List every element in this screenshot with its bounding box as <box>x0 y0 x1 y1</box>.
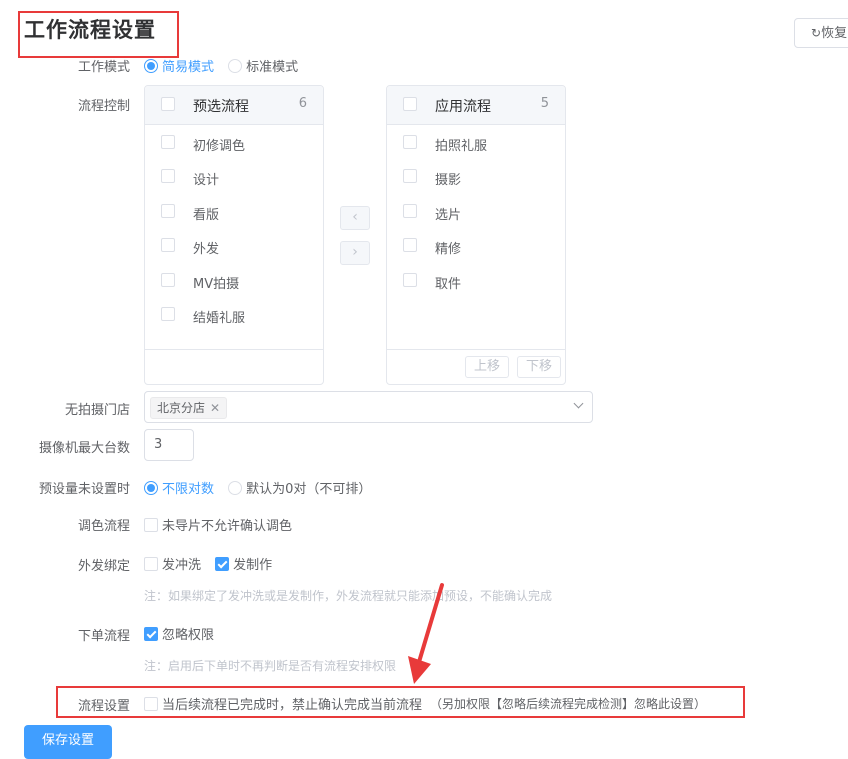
outsource-bind-note: 注：如果绑定了发冲洗或是发制作，外发流程就只能添加预设，不能确认完成 <box>144 589 553 603</box>
item-label: MV拍摄 <box>193 277 240 292</box>
applied-flow-title: 应用流程 <box>435 99 491 115</box>
outsource-wash-checkbox[interactable] <box>144 556 158 571</box>
preselect-flow-header: 预选流程 6 <box>145 86 323 125</box>
order-flow-option[interactable]: 忽略权限 <box>144 624 214 643</box>
work-mode-simple-label: 简易模式 <box>162 60 215 75</box>
item-checkbox[interactable] <box>161 203 175 218</box>
flow-control-label: 流程控制 <box>77 99 130 114</box>
item-label: 拍照礼服 <box>435 139 488 154</box>
item-label: 取件 <box>435 277 462 292</box>
save-settings-button[interactable]: 保存设置 <box>24 725 112 759</box>
item-label: 设计 <box>193 173 220 188</box>
preselect-all-checkbox[interactable] <box>161 97 175 111</box>
item-checkbox[interactable] <box>161 272 175 287</box>
move-up-button[interactable]: 上移 <box>465 356 509 378</box>
outsource-make-checkbox[interactable] <box>215 556 230 571</box>
list-item[interactable]: 外发 <box>161 237 219 257</box>
order-flow-option-label: 忽略权限 <box>162 628 215 643</box>
page-title: 工作流程设置 <box>24 18 156 42</box>
chevron-right-icon: › <box>352 244 358 260</box>
no-shoot-store-label: 无拍摄门店 <box>64 403 130 418</box>
preselect-flow-footer <box>145 349 323 384</box>
flow-setting-option[interactable]: 当后续流程已完成时，禁止确认完成当前流程 （另加权限【忽略后续流程完成检测】忽略此… <box>144 694 706 713</box>
color-flow-option-label: 未导片不允许确认调色 <box>162 519 293 534</box>
store-tag: 北京分店 ✕ <box>150 397 228 419</box>
preselect-flow-count: 6 <box>298 96 307 111</box>
list-item[interactable]: 设计 <box>161 168 219 188</box>
outsource-wash-label: 发冲洗 <box>162 558 202 573</box>
list-item[interactable]: 初修调色 <box>161 134 245 154</box>
item-checkbox[interactable] <box>403 134 417 149</box>
item-checkbox[interactable] <box>403 272 417 287</box>
preset-unlimited-radio[interactable] <box>144 480 158 495</box>
item-checkbox[interactable] <box>403 203 417 218</box>
work-mode-label: 工作模式 <box>77 60 130 75</box>
applied-all-checkbox[interactable] <box>403 97 417 111</box>
item-label: 看版 <box>193 208 220 223</box>
camera-max-input[interactable]: 3 <box>144 429 194 461</box>
work-mode-standard-label: 标准模式 <box>246 60 299 75</box>
list-item[interactable]: 选片 <box>403 203 461 223</box>
work-mode-group: 简易模式 标准模式 <box>144 56 298 75</box>
item-label: 精修 <box>435 242 462 257</box>
applied-flow-footer: 上移 下移 <box>387 349 565 384</box>
order-flow-checkbox[interactable] <box>144 626 158 641</box>
no-shoot-store-select[interactable]: 北京分店 ✕ <box>144 391 593 423</box>
store-tag-label: 北京分店 <box>157 401 206 415</box>
applied-flow-header: 应用流程 5 <box>387 86 565 125</box>
preset-default-zero-label: 默认为0对（不可排） <box>246 482 372 497</box>
restore-button[interactable]: ↻恢复 <box>794 18 848 48</box>
preset-unset-group: 不限对数 默认为0对（不可排） <box>144 478 371 497</box>
move-left-button[interactable]: ‹ <box>340 206 370 230</box>
refresh-icon: ↻ <box>811 26 822 40</box>
restore-label: 恢复 <box>821 26 848 41</box>
list-item[interactable]: 摄影 <box>403 168 461 188</box>
move-right-button[interactable]: › <box>340 241 370 265</box>
outsource-bind-label: 外发绑定 <box>77 559 130 574</box>
flow-setting-checkbox[interactable] <box>144 696 158 711</box>
item-checkbox[interactable] <box>161 168 175 183</box>
item-checkbox[interactable] <box>161 134 175 149</box>
work-mode-standard-radio[interactable] <box>228 58 243 73</box>
item-label: 摄影 <box>435 173 462 188</box>
outsource-make-label: 发制作 <box>233 558 273 573</box>
camera-max-label: 摄像机最大台数 <box>38 441 130 456</box>
preselect-flow-panel: 预选流程 6 初修调色 设计 看版 外发 MV拍摄 结婚礼服 <box>144 85 324 385</box>
preset-unset-label: 预设量未设置时 <box>38 482 130 497</box>
item-checkbox[interactable] <box>161 237 175 252</box>
annotation-arrow-icon <box>408 583 444 684</box>
item-checkbox[interactable] <box>403 168 417 183</box>
chevron-left-icon: ‹ <box>352 209 358 225</box>
list-item[interactable]: 结婚礼服 <box>161 306 245 326</box>
list-item[interactable]: 看版 <box>161 203 219 223</box>
chevron-down-icon <box>573 398 584 409</box>
flow-setting-option-label: 当后续流程已完成时，禁止确认完成当前流程 <box>162 698 423 713</box>
item-checkbox[interactable] <box>403 237 417 252</box>
list-item[interactable]: 拍照礼服 <box>403 134 487 154</box>
item-label: 选片 <box>435 208 462 223</box>
preset-default-zero-radio[interactable] <box>228 480 243 495</box>
list-item[interactable]: MV拍摄 <box>161 272 239 292</box>
applied-flow-panel: 应用流程 5 拍照礼服 摄影 选片 精修 取件 上移 下移 <box>386 85 566 385</box>
close-icon[interactable]: ✕ <box>210 401 220 415</box>
item-label: 外发 <box>193 242 220 257</box>
work-mode-simple-radio[interactable] <box>144 58 158 73</box>
color-flow-option[interactable]: 未导片不允许确认调色 <box>144 515 292 534</box>
flow-setting-label: 流程设置 <box>77 699 130 714</box>
item-checkbox[interactable] <box>161 306 175 321</box>
item-label: 结婚礼服 <box>193 311 246 326</box>
flow-setting-hint: （另加权限【忽略后续流程完成检测】忽略此设置） <box>430 697 707 711</box>
preset-unlimited-label: 不限对数 <box>162 482 215 497</box>
applied-flow-count: 5 <box>540 96 549 111</box>
color-flow-label: 调色流程 <box>77 519 130 534</box>
order-flow-label: 下单流程 <box>77 629 130 644</box>
list-item[interactable]: 精修 <box>403 237 461 257</box>
order-flow-note: 注：启用后下单时不再判断是否有流程安排权限 <box>144 659 397 673</box>
preselect-flow-title: 预选流程 <box>193 99 249 115</box>
list-item[interactable]: 取件 <box>403 272 461 292</box>
outsource-bind-group: 发冲洗 发制作 <box>144 554 272 573</box>
move-down-button[interactable]: 下移 <box>517 356 561 378</box>
color-flow-checkbox[interactable] <box>144 517 158 532</box>
item-label: 初修调色 <box>193 139 246 154</box>
